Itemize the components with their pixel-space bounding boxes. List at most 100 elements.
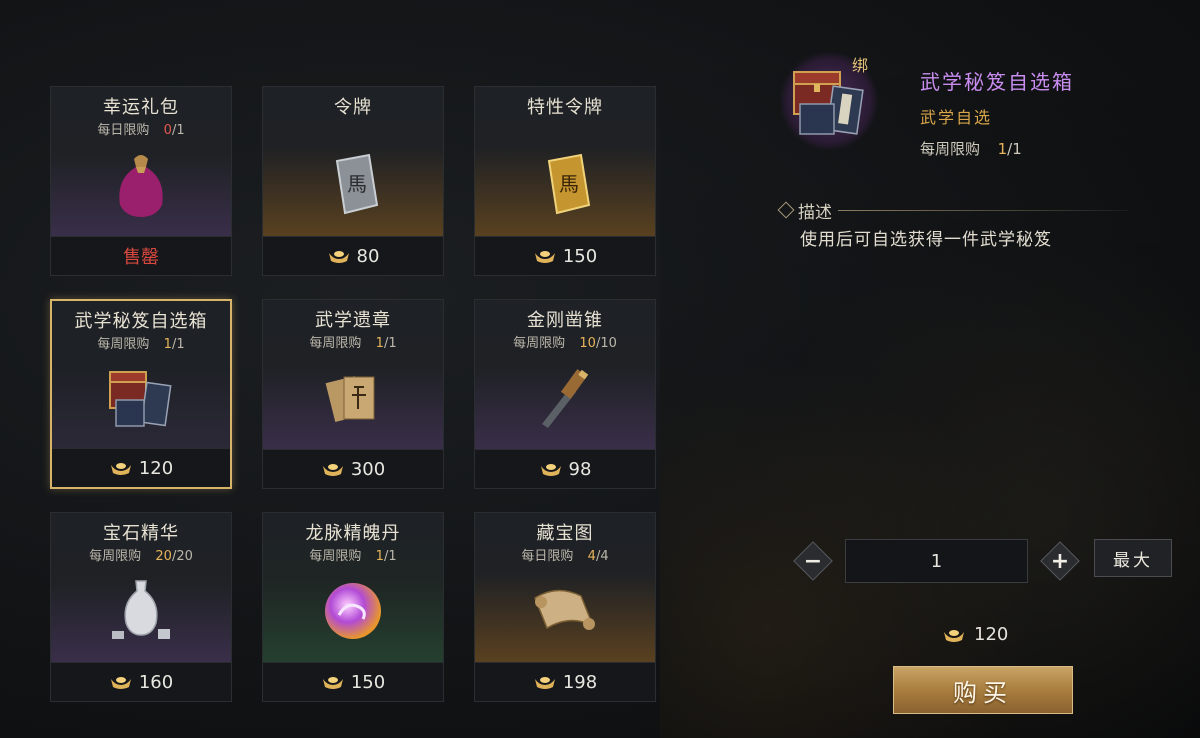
limit-count: 1 [375,549,384,564]
sold-out-label: 售罄 [123,247,159,268]
limit-count: 10 [579,336,596,351]
detail-title: 武学秘笈自选箱 [920,70,1074,94]
gold-ingot-icon [110,463,131,475]
shop-item-card[interactable]: 宝石精华 每周限购 20/20 160 [50,512,232,702]
divider [838,209,1128,211]
limit-count: 1 [997,140,1008,158]
limit-label: 每周限购 [97,337,150,352]
decrease-quantity-button[interactable]: − [793,541,833,581]
limit-total: 1 [176,123,185,138]
silver-token-icon: 馬 [313,145,393,225]
shop-item-card[interactable]: 令牌 馬 80 [262,86,444,276]
bound-tag: 绑 [852,56,869,75]
item-price: 160 [138,671,174,693]
limit-label: 每日限购 [97,123,150,138]
limit-label: 每周限购 [309,336,362,351]
item-name: 幸运礼包 [103,97,179,118]
description-label: 描述 [798,202,832,223]
svg-text:馬: 馬 [559,172,579,196]
item-price: 198 [562,671,598,693]
purchase-limit: 每周限购 10/10 [475,332,655,351]
orb-icon [313,571,393,651]
shop-item-card[interactable]: 特性令牌 馬 150 [474,86,656,276]
limit-total: 1 [1012,140,1022,158]
detail-subtitle: 武学自选 [920,108,993,127]
limit-label: 每日限购 [521,549,574,564]
purchase-limit: 每周限购 1/1 [263,545,443,564]
limit-count: 1 [375,336,384,351]
limit-total: 20 [176,549,193,564]
limit-total: 1 [388,336,397,351]
item-price: 150 [562,245,598,267]
shop-item-card[interactable]: 龙脉精魄丹 每周限购 1/1 150 [262,512,444,702]
price-bar: 150 [475,236,655,275]
purchase-limit: 每日限购 4/4 [475,545,655,564]
purchase-limit: 每日限购 0/1 [51,119,231,138]
limit-total: 4 [600,549,609,564]
svg-text:馬: 馬 [347,172,367,196]
price-bar: 150 [263,662,443,701]
purchase-limit: 每周限购 1/1 [52,333,230,352]
limit-total: 10 [600,336,617,351]
gold-ingot-icon [534,677,555,689]
limit-label: 每周限购 [309,549,362,564]
gold-ingot-icon [110,677,131,689]
item-name: 金刚凿锥 [527,310,603,331]
price-bar: 80 [263,236,443,275]
gold-ingot-icon [534,251,555,263]
price-bar: 售罄 [51,236,231,275]
shop-item-card[interactable]: 藏宝图 每日限购 4/4 198 [474,512,656,702]
item-name: 武学秘笈自选箱 [74,311,208,332]
item-name: 武学遗章 [315,310,391,331]
gold-ingot-icon [322,464,343,476]
shop-item-card[interactable]: 幸运礼包 每日限购 0/1 售罄 [50,86,232,276]
price-bar: 160 [51,662,231,701]
item-price: 120 [138,457,174,479]
limit-total: 1 [176,337,185,352]
scroll-pages-icon [313,358,393,438]
limit-label: 每周限购 [513,336,566,351]
quantity-value: 1 [930,550,943,572]
item-name: 龙脉精魄丹 [305,523,401,544]
limit-count: 4 [587,549,596,564]
description-text: 使用后可自选获得一件武学秘笈 [800,230,1052,250]
item-name: 宝石精华 [103,523,179,544]
plus-icon: + [1050,548,1070,574]
price-bar: 98 [475,449,655,488]
detail-purchase-limit: 每周限购 1/1 [920,138,1022,159]
shop-item-card[interactable]: 武学秘笈自选箱 每周限购 1/1 120 [50,299,232,489]
item-price: 150 [350,671,386,693]
gold-token-icon: 馬 [525,145,605,225]
description-header: 描述 [777,198,1128,223]
pouch-icon [101,145,181,225]
purchase-limit: 每周限购 1/1 [263,332,443,351]
limit-count: 20 [155,549,172,564]
price-bar: 120 [52,448,230,487]
limit-total: 1 [388,549,397,564]
total-price-value: 120 [974,624,1009,645]
item-name: 令牌 [334,97,372,118]
limit-count: 1 [163,337,172,352]
purchase-limit: 每周限购 20/20 [51,545,231,564]
limit-label: 每周限购 [920,140,981,158]
limit-count: 0 [163,123,172,138]
item-price: 80 [356,245,380,267]
price-bar: 300 [263,449,443,488]
map-scroll-icon [525,571,605,651]
gold-ingot-icon [944,629,964,642]
increase-quantity-button[interactable]: + [1040,541,1080,581]
chisel-icon [525,358,605,438]
shop-item-card[interactable]: 金刚凿锥 每周限购 10/10 98 [474,299,656,489]
gold-ingot-icon [540,464,561,476]
item-price: 98 [568,458,592,480]
vase-icon [101,571,181,651]
buy-button[interactable]: 购买 [893,666,1073,714]
item-name: 特性令牌 [527,97,603,118]
chest-icon [101,359,181,439]
quantity-input[interactable]: 1 [845,539,1028,583]
minus-icon: − [803,548,823,574]
gold-ingot-icon [328,251,349,263]
shop-item-card[interactable]: 武学遗章 每周限购 1/1 300 [262,299,444,489]
item-name: 藏宝图 [536,523,594,544]
max-quantity-button[interactable]: 最大 [1094,539,1172,577]
